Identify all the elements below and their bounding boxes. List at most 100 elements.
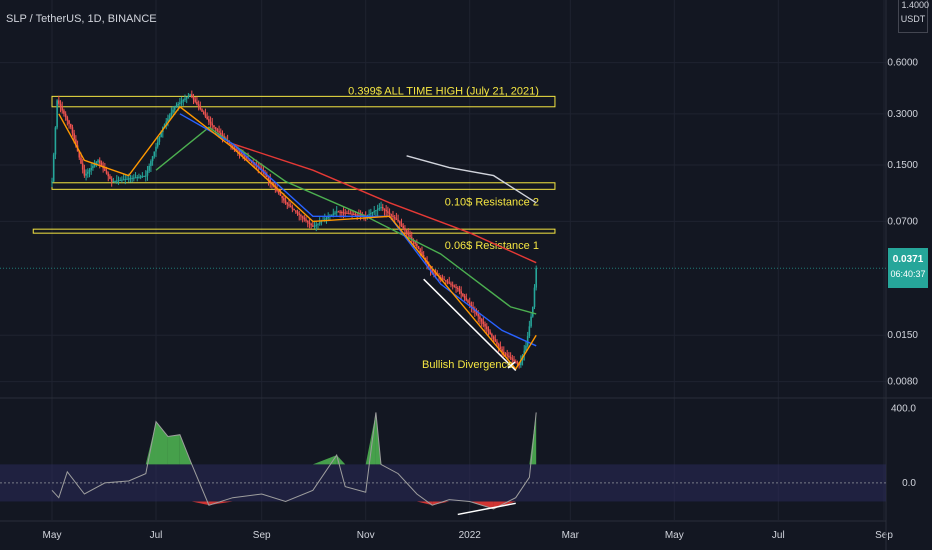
- candle-body: [277, 191, 280, 194]
- candle-body: [416, 243, 418, 247]
- candle-body: [51, 181, 53, 183]
- candle-body: [204, 114, 207, 117]
- horizontal-zone: [51, 95, 556, 108]
- candle-body: [170, 112, 173, 116]
- candle-body: [291, 207, 294, 209]
- candle-body: [318, 222, 321, 224]
- osc-y-tick-label: 400.0: [891, 404, 916, 415]
- candle-body: [216, 129, 219, 131]
- candle-body: [214, 127, 217, 130]
- candle-body: [356, 214, 358, 216]
- candle-body: [148, 165, 150, 171]
- candle-body: [376, 209, 379, 211]
- candle-body: [54, 127, 57, 155]
- candle-body: [211, 123, 214, 126]
- osc-y-tick-label: 0.0: [902, 478, 916, 489]
- candle-body: [368, 214, 370, 216]
- candle-body: [448, 282, 451, 284]
- candle-body: [378, 208, 381, 210]
- candle-body: [150, 161, 152, 166]
- candle-body: [399, 221, 401, 224]
- y-tick-label: 0.0080: [887, 377, 918, 388]
- candle-body: [446, 281, 449, 283]
- candle-body: [402, 225, 405, 229]
- candle-body: [352, 214, 355, 216]
- candle-body: [409, 234, 411, 238]
- candle-body: [344, 212, 347, 214]
- candle-body: [185, 97, 188, 99]
- candle-body: [306, 220, 309, 223]
- candle-body: [90, 167, 93, 170]
- candle-body: [484, 324, 486, 327]
- candle-body: [283, 198, 285, 201]
- zone-label: 0.10$ Resistance 2: [445, 196, 539, 208]
- candle-body: [496, 341, 498, 345]
- candle-body: [124, 179, 127, 181]
- candle-body: [477, 313, 480, 317]
- candle-body: [373, 211, 376, 213]
- candle-body: [455, 286, 457, 288]
- candle-body: [138, 176, 140, 178]
- candle-body: [66, 117, 69, 121]
- candle-body: [485, 326, 488, 330]
- candle-body: [504, 353, 507, 355]
- candle-body: [92, 166, 94, 168]
- candle-body: [341, 212, 343, 214]
- candle-body: [480, 318, 483, 322]
- candle-body: [71, 127, 74, 134]
- candle-body: [467, 300, 469, 303]
- candle-body: [308, 222, 311, 224]
- candle-body: [100, 162, 103, 166]
- candle-body: [506, 354, 509, 356]
- candle-body: [405, 230, 408, 233]
- y-tick-label: 0.0700: [887, 216, 918, 227]
- candle-body: [388, 212, 391, 215]
- candle-body: [52, 154, 55, 182]
- candle-body: [508, 355, 510, 358]
- candle-body: [419, 249, 422, 253]
- candle-body: [209, 121, 212, 124]
- candle-body: [158, 136, 161, 142]
- candle-body: [69, 123, 72, 128]
- candle-body: [104, 168, 106, 171]
- candle-body: [61, 107, 64, 111]
- candle-body: [468, 302, 471, 305]
- candle-body: [196, 101, 198, 105]
- candle-body: [56, 100, 58, 128]
- candle-body: [463, 295, 466, 299]
- candle-body: [516, 362, 519, 364]
- candle-body: [370, 213, 372, 215]
- candle-body: [325, 218, 328, 220]
- candle-body: [381, 207, 384, 209]
- quote-currency-badge[interactable]: 1.4000 USDT: [898, 0, 929, 33]
- candle-body: [303, 217, 306, 220]
- candle-body: [417, 246, 420, 250]
- y-tick-label: 0.6000: [887, 58, 918, 69]
- x-tick-label: 2022: [459, 530, 482, 541]
- candle-body: [383, 208, 386, 210]
- candle-body: [114, 180, 116, 182]
- candle-body: [465, 298, 468, 301]
- candle-body: [441, 278, 444, 280]
- chart-canvas[interactable]: May Jul Sep Nov 2022 Mar May Jul Sep 0.6000 0.3000…: [0, 0, 932, 550]
- candle-body: [122, 179, 125, 181]
- top-price-tick: 1.4000: [901, 0, 929, 10]
- candle-body: [59, 103, 62, 108]
- candle-body: [392, 215, 394, 218]
- candle-body: [332, 213, 335, 215]
- candle-body: [533, 287, 536, 307]
- candle-body: [339, 211, 341, 213]
- candle-body: [208, 119, 210, 122]
- x-tick-label: May: [665, 530, 684, 541]
- candle-body: [387, 211, 389, 213]
- candle-body: [371, 212, 374, 214]
- candle-body: [112, 181, 115, 183]
- candle-body: [64, 113, 67, 118]
- candle-body: [487, 329, 490, 332]
- candle-body: [88, 169, 91, 172]
- candle-body: [528, 326, 531, 337]
- candle-body: [98, 160, 101, 163]
- candle-body: [107, 173, 110, 177]
- candle-body: [202, 111, 205, 115]
- candle-body: [295, 210, 297, 212]
